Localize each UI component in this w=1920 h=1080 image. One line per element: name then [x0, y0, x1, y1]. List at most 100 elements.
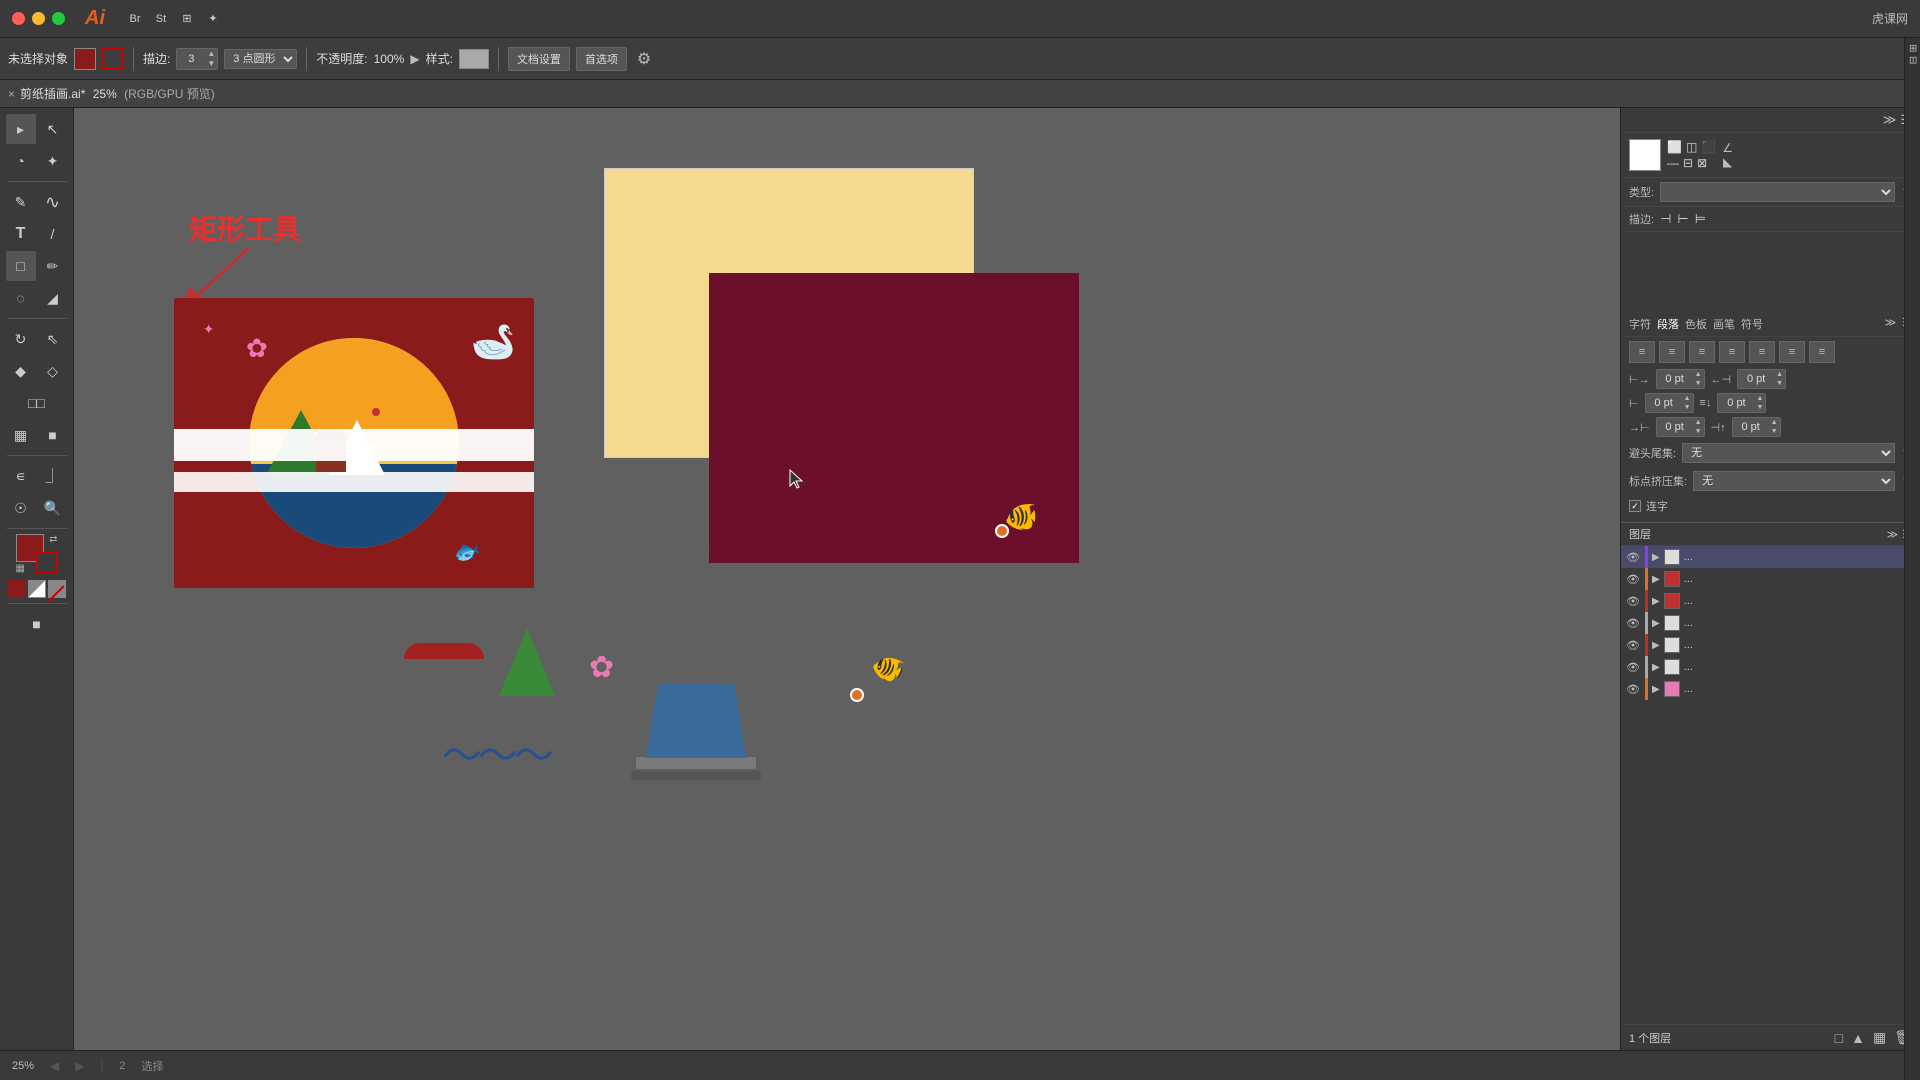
stroke-width-stepper[interactable]: ▲ ▼ — [176, 48, 218, 70]
char-tab-sebans[interactable]: 色板 — [1685, 316, 1707, 332]
char-tab-huabi[interactable]: 画笔 — [1713, 316, 1735, 332]
hand-tool[interactable]: ☉ — [6, 493, 36, 523]
first-line-down[interactable]: ▼ — [1693, 427, 1704, 436]
slice-tool[interactable]: ∊ — [6, 461, 36, 491]
space-after-down[interactable]: ▼ — [1754, 403, 1765, 412]
char-tab-duanluo[interactable]: 段落 — [1657, 316, 1679, 332]
cap-icon-3[interactable]: ⊠ — [1697, 156, 1707, 170]
layer-expand-2[interactable]: ▶ — [1652, 574, 1660, 585]
first-line-up[interactable]: ▲ — [1693, 418, 1704, 427]
doc-setup-button[interactable]: 文档设置 — [508, 47, 570, 71]
indent-left-spinner[interactable]: ▲ ▼ — [1656, 369, 1705, 389]
word-space-input[interactable] — [1733, 421, 1769, 433]
layer-expand-1[interactable]: ▶ — [1652, 552, 1660, 563]
stroke-align-icon-1[interactable]: ⬜ — [1667, 140, 1682, 154]
char-tab-fuhao[interactable]: 符号 — [1741, 316, 1763, 332]
layer-eye-5[interactable]: 👁 — [1625, 639, 1641, 652]
stroke-width-input[interactable] — [177, 53, 205, 65]
preferences-button[interactable]: 首选项 — [576, 47, 627, 71]
stroke-pos-right-icon[interactable]: ⊨ — [1695, 211, 1706, 227]
stroke-color-indicator[interactable] — [36, 552, 58, 574]
indent-right-down[interactable]: ▼ — [1774, 379, 1785, 388]
layer-eye-7[interactable]: 👁 — [1625, 683, 1641, 696]
paint-bucket-tool[interactable]: ◌ — [6, 283, 36, 313]
line-tool[interactable]: / — [38, 219, 68, 249]
rect-tool[interactable]: □ — [6, 251, 36, 281]
space-before-down[interactable]: ▼ — [1682, 403, 1693, 412]
pen-discovery-icon[interactable]: ✦ — [202, 8, 224, 30]
layers-make-layer-icon[interactable]: □ — [1835, 1030, 1843, 1046]
grid-icon[interactable]: ⊞ — [176, 8, 198, 30]
fill-color-swatch[interactable] — [74, 48, 96, 70]
stroke-box[interactable] — [102, 48, 124, 70]
indent-left-input[interactable] — [1657, 373, 1693, 385]
layer-row-6[interactable]: 👁 ▶ ... — [1621, 656, 1920, 678]
minimize-button[interactable] — [32, 12, 45, 25]
layer-eye-4[interactable]: 👁 — [1625, 617, 1641, 630]
layer-expand-5[interactable]: ▶ — [1652, 640, 1660, 651]
close-button[interactable] — [12, 12, 25, 25]
indent-right-input[interactable] — [1738, 373, 1774, 385]
first-line-input[interactable] — [1657, 421, 1693, 433]
align-right-force-btn[interactable]: ≡ — [1809, 341, 1835, 363]
panel-more-icon[interactable]: ≫ — [1883, 112, 1897, 128]
layer-expand-7[interactable]: ▶ — [1652, 684, 1660, 695]
cap-icon-1[interactable]: — — [1667, 156, 1679, 170]
corner-icon[interactable]: ◣ — [1723, 155, 1732, 169]
space-before-spinner[interactable]: ▲ ▼ — [1645, 393, 1694, 413]
cap-icon-2[interactable]: ⊟ — [1683, 156, 1693, 170]
layers-move-selection-icon[interactable]: ▲ — [1851, 1030, 1865, 1046]
align-right-btn[interactable]: ≡ — [1689, 341, 1715, 363]
stroke-align-icon-2[interactable]: ◫ — [1686, 140, 1697, 154]
layer-eye-6[interactable]: 👁 — [1625, 661, 1641, 674]
layer-eye-1[interactable]: 👁 — [1625, 551, 1641, 564]
style-preview[interactable] — [459, 49, 489, 69]
tab-close-btn[interactable]: × — [8, 87, 15, 101]
space-after-input[interactable] — [1718, 397, 1754, 409]
pencil-tool[interactable]: ✏ — [38, 251, 68, 281]
layer-expand-3[interactable]: ▶ — [1652, 596, 1660, 607]
layer-row-2[interactable]: 👁 ▶ ... — [1621, 568, 1920, 590]
align-justify-btn[interactable]: ≡ — [1719, 341, 1745, 363]
zoom-tool[interactable]: 🔍 — [38, 493, 68, 523]
indent-left-down[interactable]: ▼ — [1693, 379, 1704, 388]
ligature-checkbox[interactable] — [1629, 500, 1641, 512]
layers-collect-icon[interactable]: ▦ — [1873, 1029, 1886, 1046]
more-tabs-icon[interactable]: ≫ — [1885, 316, 1897, 332]
layer-expand-6[interactable]: ▶ — [1652, 662, 1660, 673]
side-strip-icon-1[interactable]: ⊞ — [1907, 44, 1918, 52]
word-space-spinner[interactable]: ▲ ▼ — [1732, 417, 1781, 437]
space-after-spinner[interactable]: ▲ ▼ — [1717, 393, 1766, 413]
draw-mode-btn[interactable]: ■ — [22, 609, 52, 639]
angle-icon[interactable]: ∠ — [1722, 141, 1733, 155]
layer-row-4[interactable]: 👁 ▶ ... — [1621, 612, 1920, 634]
indent-right-up[interactable]: ▲ — [1774, 370, 1785, 379]
layer-eye-3[interactable]: 👁 — [1625, 595, 1641, 608]
layers-more-icon[interactable]: ≫ — [1887, 528, 1899, 541]
stroke-down-btn[interactable]: ▼ — [205, 59, 217, 69]
gradient-tool[interactable]: ◢ — [38, 283, 68, 313]
layer-row-3[interactable]: 👁 ▶ ... — [1621, 590, 1920, 612]
scale-tool[interactable]: ⇖ — [38, 324, 68, 354]
arrange-icon[interactable]: ⚙ — [637, 49, 651, 69]
color-mode-btn[interactable] — [8, 580, 26, 598]
direct-select-tool[interactable]: ↖ — [38, 114, 68, 144]
eyedropper-tool[interactable]: ⏌ — [38, 461, 68, 491]
align-justify-all-btn[interactable]: ≡ — [1779, 341, 1805, 363]
column-graph-tool[interactable]: ▦ — [6, 420, 36, 450]
align-justify-last-btn[interactable]: ≡ — [1749, 341, 1775, 363]
type-tool[interactable]: T — [6, 219, 36, 249]
side-strip-icon-2[interactable]: ⊟ — [1907, 56, 1918, 64]
gradient-mode-btn[interactable] — [28, 580, 46, 598]
stroke-pos-center-icon[interactable]: ⊢ — [1677, 211, 1688, 227]
align-center-btn[interactable]: ≡ — [1659, 341, 1685, 363]
stock-icon[interactable]: St — [150, 8, 172, 30]
lasso-tool[interactable]: ◔ — [6, 146, 36, 176]
rotate-tool[interactable]: ↻ — [6, 324, 36, 354]
layer-row-1[interactable]: 👁 ▶ ... — [1621, 546, 1920, 568]
artboard-tool[interactable]: ■ — [38, 420, 68, 450]
nav-next-icon[interactable]: ▶ — [75, 1059, 84, 1073]
pen-tool[interactable]: ✎ — [6, 187, 36, 217]
puppet-warp-tool[interactable]: ◇ — [38, 356, 68, 386]
indent-left-up[interactable]: ▲ — [1693, 370, 1704, 379]
